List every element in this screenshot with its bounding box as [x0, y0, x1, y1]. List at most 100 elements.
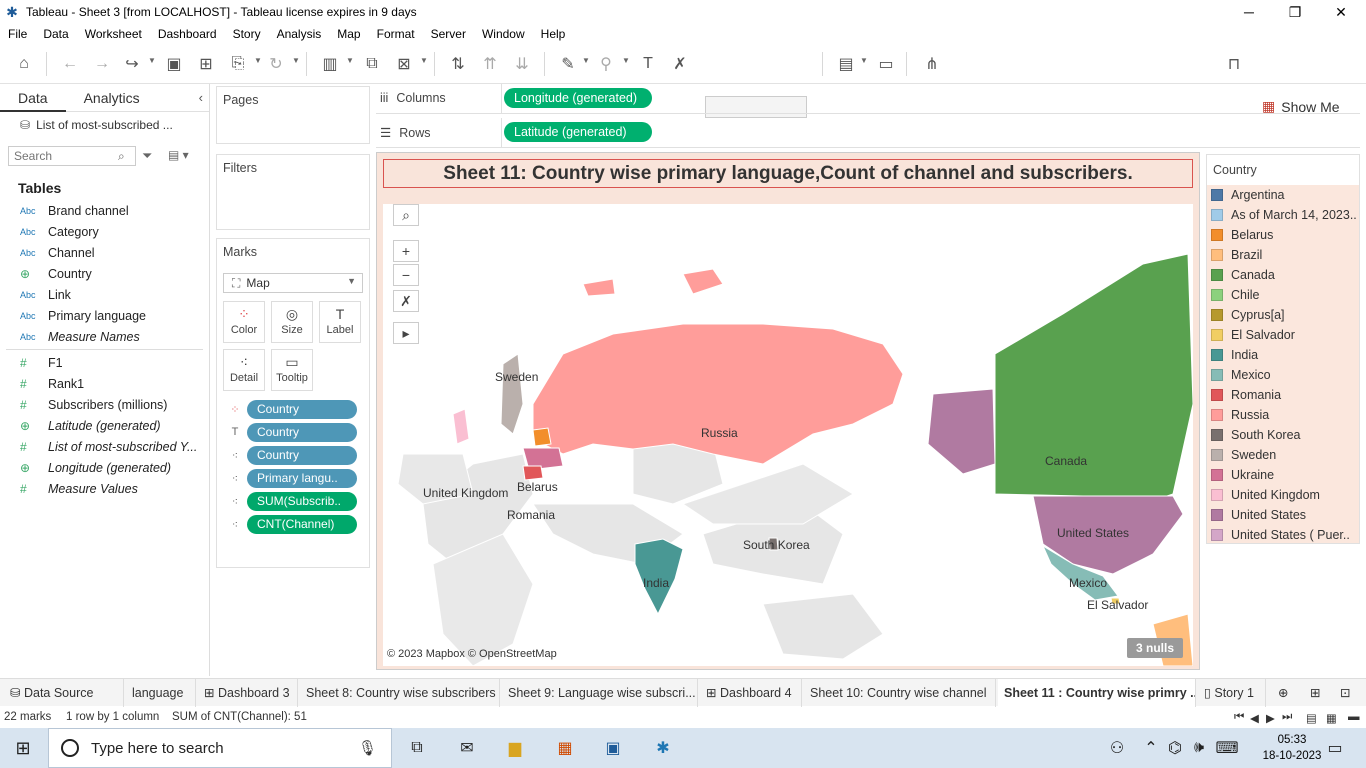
primary-language-pill[interactable]: Primary langu..: [247, 468, 357, 488]
tab-dashboard-3[interactable]: ⊞ Dashboard 3: [198, 679, 298, 707]
taskbar-search-box[interactable]: Type here to search 🎙: [48, 728, 392, 768]
menu-file[interactable]: File: [0, 27, 35, 41]
last-sheet-icon[interactable]: ⏭: [1282, 711, 1292, 724]
field-item[interactable]: Abc Category: [0, 221, 209, 242]
menu-map[interactable]: Map: [329, 27, 368, 41]
group-icon[interactable]: ⚲: [594, 52, 618, 76]
pause-updates-icon[interactable]: ⎘: [226, 52, 250, 76]
pause-dropdown-icon[interactable]: ▼: [254, 56, 262, 65]
menu-story[interactable]: Story: [225, 27, 269, 41]
legend-item[interactable]: Brazil: [1207, 245, 1359, 265]
microphone-icon[interactable]: 🎙: [358, 739, 377, 757]
tooltip-button[interactable]: ▭ Tooltip: [271, 349, 313, 391]
columns-shelf[interactable]: iii Columns Longitude (generated): [376, 84, 1360, 114]
refresh-icon[interactable]: ↻: [264, 52, 288, 76]
legend-item[interactable]: Chile: [1207, 285, 1359, 305]
store-icon[interactable]: ▦: [552, 736, 578, 760]
field-item[interactable]: Abc Brand channel: [0, 200, 209, 221]
new-datasource-icon[interactable]: ⊞: [194, 52, 218, 76]
collapse-pane-icon[interactable]: ‹: [199, 90, 203, 105]
menu-format[interactable]: Format: [369, 27, 423, 41]
longitude-pill[interactable]: Longitude (generated): [504, 88, 652, 108]
show-sheet-sorter-icon[interactable]: ▦: [1326, 711, 1337, 725]
color-button[interactable]: ⁘ Color: [223, 301, 265, 343]
tab-language[interactable]: language: [126, 679, 196, 707]
field-item[interactable]: # Measure Values: [0, 478, 209, 499]
cnt-channel-pill[interactable]: CNT(Channel): [247, 514, 357, 534]
mail-icon[interactable]: ✉: [454, 736, 480, 760]
datasource-item[interactable]: ⛁ List of most-subscribed ...: [0, 112, 209, 138]
reset-map-button[interactable]: ✗: [393, 290, 419, 312]
field-item[interactable]: Abc Link: [0, 284, 209, 305]
highlight-icon[interactable]: ✎: [556, 52, 580, 76]
legend-item[interactable]: Ukraine: [1207, 465, 1359, 485]
save-icon[interactable]: ▣: [162, 52, 186, 76]
new-worksheet-tab-icon[interactable]: ⊕: [1272, 679, 1302, 707]
tableau-taskbar-icon[interactable]: ✱: [650, 736, 676, 760]
menu-help[interactable]: Help: [533, 27, 574, 41]
label-button[interactable]: T Label: [319, 301, 361, 343]
legend-item[interactable]: Mexico: [1207, 365, 1359, 385]
duplicate-icon[interactable]: ⧉: [360, 52, 384, 76]
tab-data-source[interactable]: ⛁ Data Source: [4, 679, 124, 707]
zoom-in-button[interactable]: +: [393, 240, 419, 262]
field-item[interactable]: # Subscribers (millions): [0, 394, 209, 415]
next-sheet-icon[interactable]: ▶: [1266, 711, 1275, 725]
legend-item[interactable]: Argentina: [1207, 185, 1359, 205]
show-labels-icon[interactable]: T: [636, 52, 660, 76]
presentation-mode-icon[interactable]: ▭: [874, 52, 898, 76]
replay-dropdown-icon[interactable]: ▼: [148, 56, 156, 65]
new-story-tab-icon[interactable]: ⊡: [1334, 679, 1364, 707]
show-filmstrip-icon[interactable]: ▤: [1306, 711, 1317, 725]
menu-server[interactable]: Server: [423, 27, 474, 41]
tab-analytics[interactable]: Analytics: [66, 84, 158, 112]
show-cards-dropdown-icon[interactable]: ▼: [860, 56, 868, 65]
mark-type-dropdown[interactable]: ⛶ Map ▼: [223, 273, 363, 293]
field-item[interactable]: ⊕ Country: [0, 263, 209, 284]
tab-sheet-9[interactable]: Sheet 9: Language wise subscri...: [502, 679, 698, 707]
menu-data[interactable]: Data: [35, 27, 76, 41]
view-options-icon[interactable]: ▤ ▾: [168, 148, 189, 162]
windows-start-icon[interactable]: ⊞: [10, 736, 36, 760]
network-icon[interactable]: ⌬: [1162, 736, 1188, 760]
field-item[interactable]: ⊕ Latitude (generated): [0, 415, 209, 436]
tab-story-1[interactable]: ▯ Story 1: [1198, 679, 1266, 707]
notifications-icon[interactable]: ▭: [1322, 736, 1348, 760]
show-tabs-icon[interactable]: ▬: [1348, 711, 1360, 723]
menu-analysis[interactable]: Analysis: [269, 27, 330, 41]
prev-sheet-icon[interactable]: ◀: [1250, 711, 1259, 725]
field-item[interactable]: # List of most-subscribed Y...: [0, 436, 209, 457]
size-button[interactable]: ◎ Size: [271, 301, 313, 343]
menu-worksheet[interactable]: Worksheet: [77, 27, 150, 41]
task-view-icon[interactable]: ⧉: [404, 736, 430, 760]
legend-item[interactable]: United States ( Puer..: [1207, 525, 1359, 545]
menu-dashboard[interactable]: Dashboard: [150, 27, 225, 41]
legend-item[interactable]: Canada: [1207, 265, 1359, 285]
legend-item[interactable]: El Salvador: [1207, 325, 1359, 345]
undo-icon[interactable]: ←: [58, 52, 82, 76]
rows-shelf[interactable]: ☰ Rows Latitude (generated): [376, 118, 1360, 148]
legend-item[interactable]: India: [1207, 345, 1359, 365]
legend-item[interactable]: United Kingdom: [1207, 485, 1359, 505]
legend-item[interactable]: South Korea: [1207, 425, 1359, 445]
expand-toolbar-button[interactable]: ▸: [393, 322, 419, 344]
field-item[interactable]: # Rank1: [0, 373, 209, 394]
latitude-pill[interactable]: Latitude (generated): [504, 122, 652, 142]
minimize-button[interactable]: ─: [1226, 0, 1272, 24]
people-icon[interactable]: ⚇: [1104, 736, 1130, 760]
color-country-pill[interactable]: Country: [247, 399, 357, 419]
replay-icon[interactable]: ↪: [120, 52, 144, 76]
filters-shelf[interactable]: Filters: [216, 154, 370, 230]
field-item[interactable]: Abc Measure Names: [0, 326, 209, 347]
tray-chevron-icon[interactable]: ⌃: [1138, 736, 1164, 760]
clear-sheet-icon[interactable]: ⊠: [392, 52, 416, 76]
nulls-indicator[interactable]: 3 nulls: [1127, 638, 1183, 658]
map-search-button[interactable]: ⌕: [393, 204, 419, 226]
share-icon[interactable]: ⋔: [920, 52, 944, 76]
legend-item[interactable]: United States: [1207, 505, 1359, 525]
legend-item[interactable]: Russia: [1207, 405, 1359, 425]
pages-shelf[interactable]: Pages: [216, 86, 370, 144]
keyboard-icon[interactable]: ⌨: [1214, 736, 1240, 760]
map-credit[interactable]: © 2023 Mapbox © OpenStreetMap: [387, 648, 557, 660]
swap-icon[interactable]: ⇅: [446, 52, 470, 76]
